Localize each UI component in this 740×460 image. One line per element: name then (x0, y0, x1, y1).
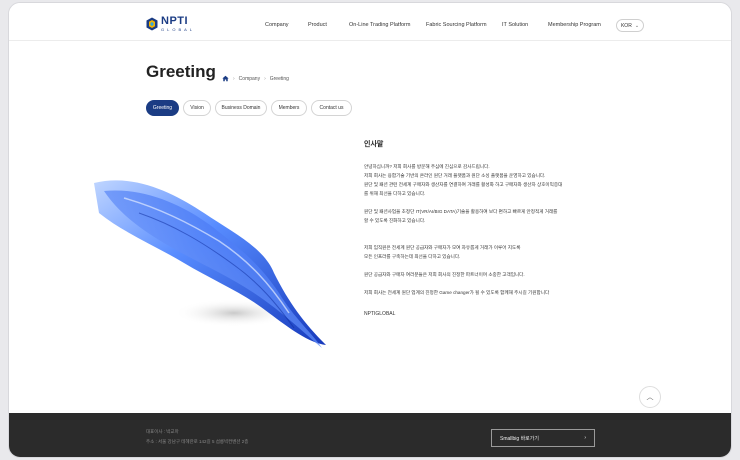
page-title: Greeting (146, 62, 216, 81)
footer-line: 대표이사 : 박교마 (146, 429, 179, 434)
breadcrumb: › Company › Greeting (222, 75, 289, 82)
greeting-message: 인사말 안녕하십니까? 저희 회사를 방문해 주심에 진심으로 감사드립니다. … (364, 139, 604, 317)
logo-subtitle: GLOBAL (161, 27, 196, 32)
greeting-line: 모든 인프라를 구축하는데 최선을 다하고 있습니다. (364, 254, 461, 259)
nav-product[interactable]: Product (308, 22, 327, 28)
greeting-signature: NPTIGLOBAL (364, 311, 396, 317)
breadcrumb-company[interactable]: Company (239, 76, 260, 82)
smallbig-link-label: Smallbig 바로가기 (500, 435, 539, 442)
tab-contact-us[interactable]: Contact us (311, 100, 352, 116)
tab-business-domain[interactable]: Business Domain (215, 100, 267, 116)
chevron-right-icon: › (584, 435, 586, 441)
nav-membership-program[interactable]: Membership Program (548, 22, 601, 28)
greeting-line: 원단 및 패션사업을 초정단 IT(VR/AI/BIG DATA)기술을 활용하… (364, 209, 558, 214)
greeting-line: 저희 임직원은 전세계 원단 공급자와 구매자가 모여 자유롭게 거래가 이루어… (364, 245, 521, 250)
logo-hexagon-icon (146, 17, 158, 31)
greeting-line: 원단 공급자와 구매자 여러분들은 저희 회사의 진정한 파트너이며 소중한 고… (364, 272, 525, 277)
greeting-line: 저희 회사는 전세계 원단 업계의 진정한 Game changer가 될 수 … (364, 290, 550, 295)
greeting-line: 할 수 있도록 진화하고 있습니다. (364, 218, 426, 223)
greeting-line: 를 위해 최선을 다하고 있습니다. (364, 191, 426, 196)
greeting-line: 저희 회사는 융합기술 기반의 온라인 원단 거래 플랫폼과 원단 소싱 플랫폼… (364, 173, 546, 178)
language-select[interactable]: KOR ⌄ (616, 19, 644, 32)
chevron-right-icon: › (264, 75, 266, 82)
nav-online-trading-platform[interactable]: On-Line Trading Platform (349, 22, 410, 28)
chevron-down-icon: ⌄ (634, 22, 640, 29)
footer-line: 주소 : 서울 강남구 테헤란로 142길 5 섬릉빅컨벤션 2층 (146, 439, 249, 444)
scroll-top-button[interactable]: ︿ (639, 386, 661, 408)
nav-fabric-sourcing-platform[interactable]: Fabric Sourcing Platform (426, 22, 487, 28)
logo-wordmark: NPTI (161, 15, 189, 27)
home-icon[interactable] (222, 75, 229, 82)
chevron-right-icon: › (233, 75, 235, 82)
browser-frame: NPTI GLOBAL Company Product On-Line Trad… (8, 2, 732, 458)
tab-vision[interactable]: Vision (183, 100, 211, 116)
footer-company-info: 대표이사 : 박교마 주소 : 서울 강남구 테헤란로 142길 5 섬릉빅컨벤… (146, 427, 248, 447)
nav-company[interactable]: Company (265, 22, 289, 28)
nav-it-solution[interactable]: IT Solution (502, 22, 528, 28)
tab-members[interactable]: Members (271, 100, 307, 116)
breadcrumb-greeting: Greeting (269, 75, 289, 82)
logo[interactable]: NPTI GLOBAL (146, 16, 195, 32)
greeting-heading: 인사말 (364, 141, 384, 148)
site-header: NPTI GLOBAL Company Product On-Line Trad… (9, 3, 731, 41)
language-value: KOR (620, 22, 632, 29)
greeting-line: 안녕하십니까? 저희 회사를 방문해 주심에 진심으로 감사드립니다. (364, 164, 490, 169)
smallbig-link-button[interactable]: Smallbig 바로가기 › (491, 429, 595, 447)
blue-silk-fabric-image (94, 180, 326, 348)
arrow-up-icon: ︿ (646, 394, 654, 401)
greeting-line: 원단 및 패션 관련 전세계 구매자와 생산자를 연결하여 거래를 활성화 하고… (364, 182, 563, 187)
tab-bar: Greeting Vision Business Domain Members … (146, 100, 352, 116)
site-footer: 대표이사 : 박교마 주소 : 서울 강남구 테헤란로 142길 5 섬릉빅컨벤… (9, 413, 731, 457)
tab-greeting[interactable]: Greeting (146, 100, 179, 116)
